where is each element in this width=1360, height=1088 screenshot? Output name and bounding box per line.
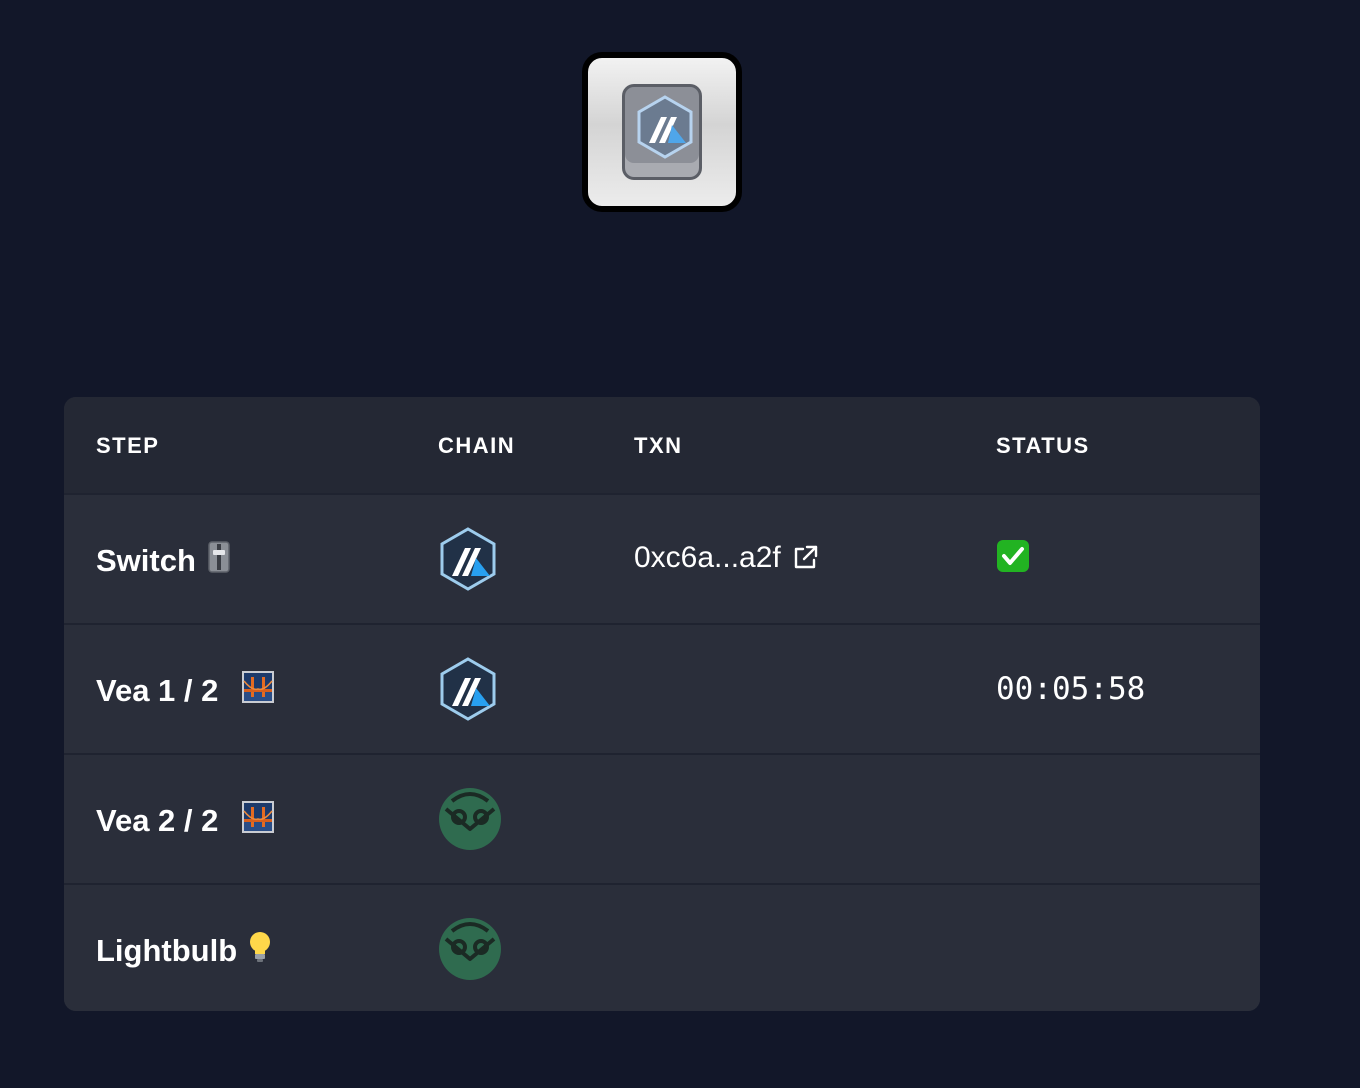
chain-gnosis-icon: [438, 917, 502, 986]
step-cell: Vea 2 / 2: [96, 801, 275, 841]
chain-gnosis-icon: [438, 787, 502, 856]
bridge-steps-table: STEP CHAIN TXN STATUS Switch 0xc6a...a2f…: [64, 397, 1260, 1011]
chain-arbitrum-icon: [438, 527, 498, 596]
column-header-status: STATUS: [996, 433, 1090, 458]
countdown-timer: 00:05:58: [996, 671, 1146, 707]
column-header-chain: CHAIN: [438, 433, 516, 458]
bridge-emoji-icon: [242, 801, 275, 841]
step-cell: Lightbulb: [96, 931, 271, 971]
arbitrum-key-icon: [637, 95, 693, 159]
txn-link[interactable]: 0xc6a...a2f: [634, 541, 819, 575]
step-label: Vea 2 / 2: [96, 803, 219, 838]
step-label: Lightbulb: [96, 933, 238, 968]
table-header: STEP CHAIN TXN STATUS: [64, 397, 1260, 493]
status-complete-check-icon: [996, 539, 1030, 578]
lightbulb-emoji-icon: [249, 931, 271, 971]
bridge-emoji-icon: [242, 671, 275, 711]
table-row: Vea 1 / 2 00:05:58: [64, 623, 1260, 753]
arbitrum-key-button[interactable]: [582, 52, 742, 212]
column-header-step: STEP: [96, 433, 160, 458]
txn-hash: 0xc6a...a2f: [634, 541, 781, 574]
step-label: Vea 1 / 2: [96, 673, 219, 708]
table-row: Vea 2 / 2: [64, 753, 1260, 883]
key-cap: [622, 84, 702, 180]
external-link-icon: [794, 545, 817, 569]
table-row: Switch 0xc6a...a2f: [64, 493, 1260, 623]
column-header-txn: TXN: [634, 433, 683, 458]
chain-arbitrum-icon: [438, 657, 498, 726]
step-cell: Switch: [96, 541, 230, 581]
table-row: Lightbulb: [64, 883, 1260, 1011]
switch-emoji-icon: [208, 541, 230, 581]
step-cell: Vea 1 / 2: [96, 671, 275, 711]
step-label: Switch: [96, 543, 196, 578]
